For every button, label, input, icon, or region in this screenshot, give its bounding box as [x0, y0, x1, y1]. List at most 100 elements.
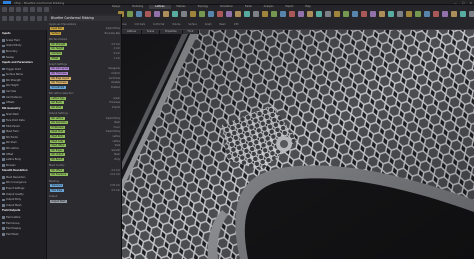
input-value[interactable]: Union [114, 126, 120, 129]
panel-input-row[interactable]: Rib Lattice Implicit Body [50, 116, 120, 120]
input-value[interactable]: Mesh [114, 153, 120, 156]
ribbon-tool-icon[interactable] [298, 11, 304, 17]
ribbon-tool-icon[interactable] [307, 11, 313, 17]
panel-input-row[interactable]: Output Mesh [50, 199, 120, 203]
input-chip[interactable]: Output Mesh [50, 199, 68, 203]
input-value[interactable]: Enabled [111, 86, 120, 89]
panel-input-row[interactable]: Lattice Type Graph [50, 96, 120, 100]
input-value[interactable]: Lattice [113, 135, 120, 138]
input-value[interactable]: Body [114, 158, 120, 161]
3d-viewport[interactable] [122, 30, 474, 259]
panel-input-row[interactable]: Smooth Rib Enabled [50, 85, 120, 90]
sidebar-item[interactable]: Face Point Data [2, 119, 25, 123]
panel-input-row[interactable]: Rib Tolerance 0.01 mm [50, 173, 120, 177]
ribbon-tool-icon[interactable] [406, 11, 412, 17]
sidebar-item[interactable]: Rib Convergence [2, 181, 26, 185]
lattice-render[interactable] [122, 30, 474, 259]
ribbon-tool-icon[interactable] [190, 11, 196, 17]
input-value[interactable]: Uniform [111, 72, 120, 75]
quick-access-icon[interactable] [23, 16, 28, 21]
ribbon-tool-icon[interactable] [361, 11, 367, 17]
sidebar-item[interactable]: Rib Shell [2, 141, 16, 145]
close-button[interactable]: ✕ [469, 1, 472, 5]
panel-input-row[interactable]: Rib Cell Layout Hexagonal [50, 67, 120, 71]
quick-access-icon[interactable] [9, 16, 14, 21]
quick-access-icon[interactable] [23, 7, 28, 12]
sidebar-item[interactable]: Cell Distance [2, 95, 22, 99]
input-value[interactable]: 8 mm [114, 52, 120, 55]
quick-access-icon[interactable] [37, 7, 42, 12]
panel-input-row[interactable]: Mesh Offset Shell [50, 144, 120, 148]
sidebar-item[interactable]: Field Mesh [2, 233, 19, 237]
input-value[interactable]: 0.5 mm [112, 189, 120, 192]
sidebar-item[interactable]: Lattice Body [2, 158, 21, 162]
input-chip[interactable]: Rib Thickness [50, 72, 69, 76]
sidebar-item[interactable]: Shell Mesh [2, 113, 19, 117]
ribbon-tool-icon[interactable] [370, 11, 376, 17]
ribbon-tool-icon[interactable] [181, 11, 187, 17]
ribbon-tool-icon[interactable] [217, 11, 223, 17]
menu-tab-analysis[interactable]: Analysis [258, 5, 280, 9]
input-value[interactable]: Lattice [113, 140, 120, 143]
menu-tab-lattices[interactable]: Lattices [149, 5, 171, 9]
panel-input-row[interactable]: Rib Offset 0.2 mm [50, 168, 120, 173]
panel-input-row[interactable]: Rib Result Body [50, 158, 120, 162]
input-value[interactable]: Implicit Body [106, 27, 120, 30]
input-chip[interactable]: Rib Edges [50, 148, 64, 152]
sidebar-item[interactable]: Sweep [2, 55, 14, 59]
input-chip[interactable]: Input Part [50, 27, 64, 31]
sidebar-item[interactable]: Field Lattice [2, 216, 20, 220]
sidebar-item[interactable]: Mesh Resolution [2, 176, 26, 180]
sidebar-item[interactable]: Rib Points [2, 136, 18, 140]
input-chip[interactable]: Max Edge [50, 188, 64, 192]
sidebar-item[interactable]: Rib Strength [2, 79, 21, 83]
panel-input-row[interactable]: Rib Geometry Mesh [50, 121, 120, 125]
ribbon-tool-icon[interactable] [226, 11, 232, 17]
panel-section-header[interactable]: Meshing [49, 180, 120, 183]
input-value[interactable]: Implicit Body [106, 130, 120, 133]
quick-access-icon[interactable] [16, 16, 21, 21]
viewport-tab[interactable]: Lattices [122, 30, 142, 34]
sidebar-item[interactable]: Output Mesh [2, 204, 21, 208]
input-value[interactable]: Conformal [109, 77, 120, 80]
input-chip[interactable]: Mesh Cells [50, 139, 65, 143]
panel-input-row[interactable]: Mesh Cells Lattice [50, 139, 120, 143]
ribbon-tool-icon[interactable] [460, 11, 466, 17]
panel-input-row[interactable]: Input Part Implicit Body [50, 27, 120, 31]
sidebar-item[interactable]: Implicit Body [2, 44, 22, 48]
menu-tab-help[interactable]: Help [299, 5, 316, 9]
ribbon-tool-icon[interactable] [334, 11, 340, 17]
quick-access-icon[interactable] [9, 7, 14, 12]
ribbon-tool-icon[interactable] [388, 11, 394, 17]
sidebar-item[interactable]: Field Group [2, 221, 20, 225]
panel-input-row[interactable]: Rib Height 2 mm [50, 47, 120, 51]
ribbon-tool-icon[interactable] [208, 11, 214, 17]
input-value[interactable]: 0.2 mm [112, 169, 120, 172]
sidebar-item[interactable]: Rib Lattice [2, 147, 19, 151]
panel-input-row[interactable]: Tolerance 0.05 mm [50, 184, 120, 188]
sidebar-item[interactable]: Mesh Field [2, 130, 19, 134]
panel-input-row[interactable]: Mesh Body Lattice [50, 135, 120, 139]
panel-section-header[interactable]: Rib Lattice Selection [49, 92, 120, 95]
input-chip[interactable]: Surface [50, 32, 62, 36]
input-chip[interactable]: Rib Output [50, 153, 65, 157]
ribbon-tool-icon[interactable] [469, 11, 474, 17]
input-chip[interactable]: Lattice Type [50, 96, 67, 100]
input-chip[interactable]: Rib Geometry [50, 121, 69, 125]
input-chip[interactable]: Mesh Offset [50, 144, 67, 148]
menu-tab-meshes[interactable]: Meshes [171, 5, 192, 9]
menu-tab-export[interactable]: Export [279, 5, 299, 9]
panel-input-row[interactable]: Surface Boundary Rep [50, 32, 120, 36]
input-chip[interactable]: Rib Offset [50, 168, 64, 172]
sidebar-item[interactable]: Export Settings [2, 187, 24, 191]
panel-input-row[interactable]: Offset 1 mm [50, 56, 120, 60]
minimize-button[interactable]: — [454, 1, 457, 5]
input-value[interactable]: Mesh [114, 121, 120, 124]
input-chip[interactable]: Cell Size [50, 52, 63, 56]
viewport-tab[interactable]: Scene [142, 30, 161, 34]
ribbon-tool-icon[interactable] [343, 11, 349, 17]
quick-access-icon[interactable] [2, 16, 7, 21]
input-value[interactable]: Graph [113, 97, 120, 100]
panel-section-header[interactable]: Inputs and Parameters [49, 23, 120, 26]
panel-input-row[interactable]: Mesh Shell Implicit Body [50, 130, 120, 134]
